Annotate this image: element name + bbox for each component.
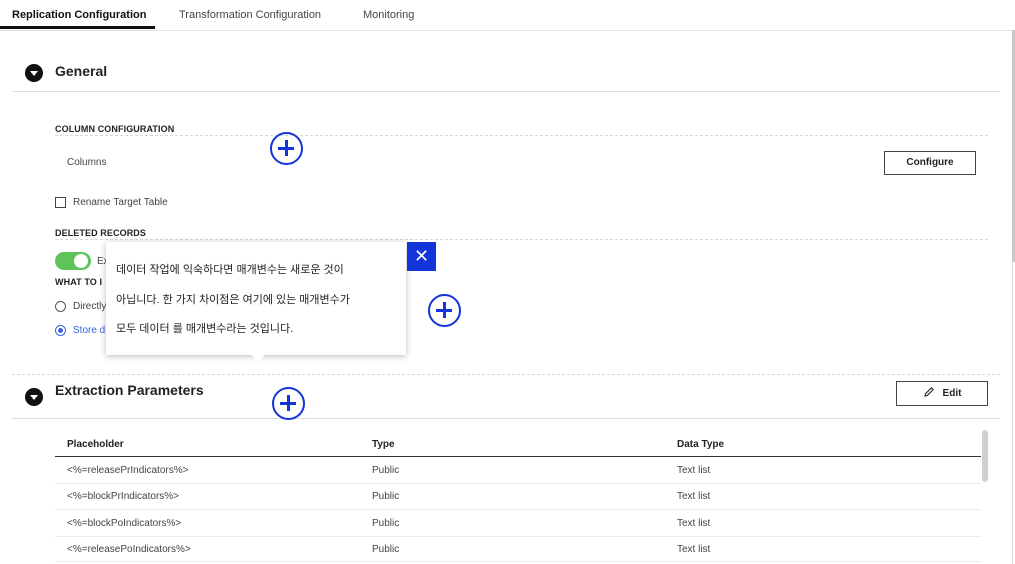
column-header-data-type[interactable]: Data Type — [677, 439, 724, 450]
table-cell-data-type: Text list — [677, 491, 711, 502]
active-tab-indicator — [0, 26, 155, 29]
table-row-divider — [55, 509, 981, 510]
add-hotspot-icon[interactable] — [272, 387, 305, 420]
column-configuration-heading: COLUMN CONFIGURATION — [55, 124, 175, 134]
what-to-do-heading: WHAT TO I — [55, 277, 103, 287]
table-cell-data-type: Text list — [677, 465, 711, 476]
table-row-divider — [55, 561, 981, 562]
table-scrollbar-thumb[interactable] — [982, 430, 988, 482]
radio-store-label: Store d — [73, 325, 106, 336]
table-cell-type: Public — [372, 518, 400, 529]
edit-button-label: Edit — [942, 388, 962, 399]
table-cell-data-type: Text list — [677, 518, 711, 529]
tooltip-caret — [250, 353, 266, 363]
heading-divider — [55, 135, 988, 136]
section-divider — [12, 91, 1000, 92]
table-header-rule — [55, 456, 981, 457]
add-hotspot-icon[interactable] — [270, 132, 303, 165]
pencil-icon — [923, 387, 934, 397]
table-cell-placeholder: <%=releasePoIndicators%> — [67, 544, 191, 555]
radio-selected-dot — [58, 328, 63, 333]
tab-transformation-configuration[interactable]: Transformation Configuration — [179, 0, 321, 29]
switch-knob — [74, 254, 88, 268]
deleted-records-heading: DELETED RECORDS — [55, 228, 147, 238]
tab-replication-configuration[interactable]: Replication Configuration — [12, 0, 146, 29]
radio-directly-label: Directly — [73, 301, 107, 312]
add-hotspot-icon[interactable] — [428, 294, 461, 327]
table-cell-placeholder: <%=blockPoIndicators%> — [67, 518, 182, 529]
column-header-placeholder[interactable]: Placeholder — [67, 439, 124, 450]
table-cell-placeholder: <%=releasePrIndicators%> — [67, 465, 189, 476]
rename-target-table-checkbox[interactable] — [55, 197, 66, 208]
section-divider — [12, 374, 1000, 375]
deleted-records-toggle-switch[interactable] — [55, 252, 91, 270]
section-divider — [12, 418, 1000, 419]
rename-target-table-label: Rename Target Table — [73, 197, 168, 208]
extraction-parameters-title: Extraction Parameters — [55, 382, 204, 398]
table-cell-type: Public — [372, 544, 400, 555]
heading-divider — [55, 239, 988, 240]
column-header-type[interactable]: Type — [372, 439, 395, 450]
tooltip-line: 데이터 작업에 익숙하다면 매개변수는 새로운 것이 — [116, 264, 344, 276]
general-collapse-toggle-icon[interactable] — [25, 64, 43, 82]
help-tooltip: 데이터 작업에 익숙하다면 매개변수는 새로운 것이 아닙니다. 한 가지 차이… — [106, 242, 406, 355]
extraction-collapse-toggle-icon[interactable] — [25, 388, 43, 406]
radio-store[interactable] — [55, 325, 66, 336]
table-row-divider — [55, 483, 981, 484]
columns-label: Columns — [67, 157, 107, 168]
table-cell-placeholder: <%=blockPrIndicators%> — [67, 491, 180, 502]
general-section-title: General — [55, 63, 108, 79]
table-row-divider — [55, 536, 981, 537]
tooltip-close-icon[interactable]: ✕ — [407, 242, 436, 271]
radio-directly[interactable] — [55, 301, 66, 312]
tooltip-line: 아닙니다. 한 가지 차이점은 여기에 있는 매개변수가 — [116, 294, 350, 306]
configure-button[interactable]: Configure — [884, 151, 976, 175]
table-cell-type: Public — [372, 491, 400, 502]
table-cell-type: Public — [372, 465, 400, 476]
edit-button[interactable]: Edit — [896, 381, 988, 406]
table-cell-data-type: Text list — [677, 544, 711, 555]
tooltip-line: 모두 데이터 를 매개변수라는 것입니다. — [116, 323, 294, 335]
tab-monitoring[interactable]: Monitoring — [363, 0, 414, 29]
